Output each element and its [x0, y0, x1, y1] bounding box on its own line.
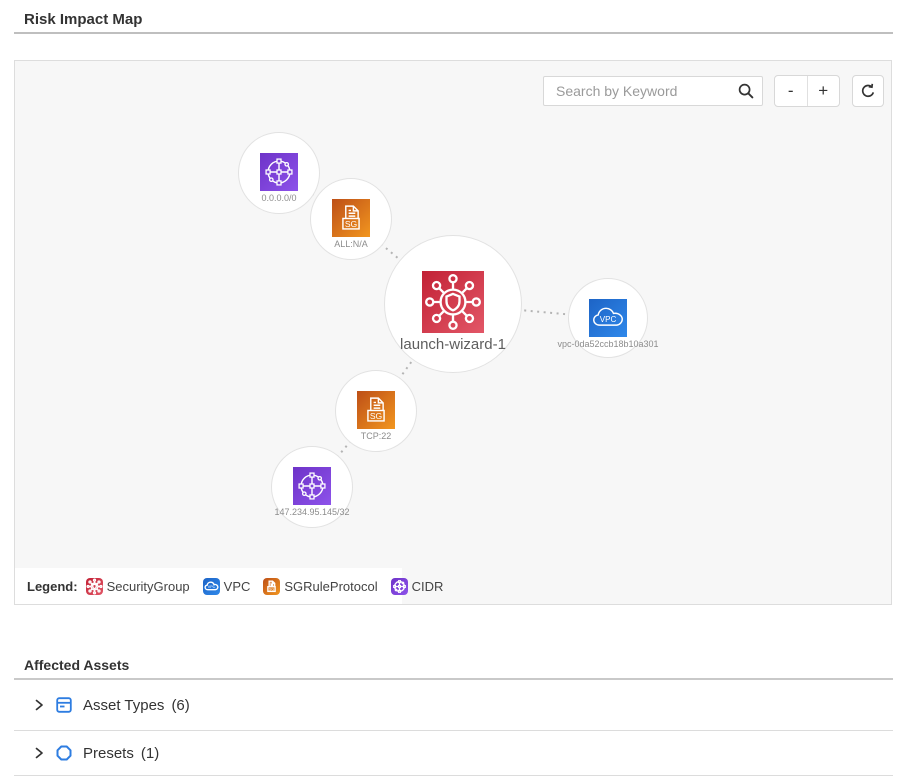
- graph-node-sg-rule-all[interactable]: SGALL:N/A: [310, 178, 392, 260]
- cidr-icon: [260, 153, 298, 191]
- legend-item-cidr: CIDR: [391, 578, 444, 595]
- asset-row-label: Asset Types: [83, 697, 164, 714]
- legend-items: SecurityGroup VPC VPC SG SGRuleProtocol CIDR: [86, 578, 457, 595]
- chevron-right-icon: [32, 698, 46, 712]
- chevron-right-icon: [32, 746, 46, 760]
- asset-row-asset-types[interactable]: Asset Types (6): [14, 680, 893, 731]
- map-search: [543, 76, 763, 106]
- svg-text:VPC: VPC: [600, 315, 617, 324]
- search-icon[interactable]: [737, 82, 755, 100]
- refresh-icon: [859, 82, 877, 100]
- svg-text:SG: SG: [269, 587, 275, 591]
- asset-types-icon: [55, 696, 73, 714]
- legend: Legend: SecurityGroup VPC VPC SG SGRuleProto…: [15, 568, 402, 604]
- svg-text:VPC: VPC: [207, 585, 215, 589]
- asset-row-count: (6): [171, 697, 189, 714]
- asset-row-count: (1): [141, 745, 159, 762]
- legend-item-label: VPC: [224, 579, 251, 594]
- legend-label: Legend:: [27, 579, 78, 594]
- page-title: Risk Impact Map: [24, 11, 142, 28]
- affected-assets-title: Affected Assets: [24, 657, 129, 673]
- presets-icon: [55, 744, 73, 762]
- zoom-out-button[interactable]: -: [775, 76, 807, 106]
- node-label: 147.234.95.145/32: [227, 507, 397, 517]
- legend-item-security-group: SecurityGroup: [86, 578, 190, 595]
- zoom-in-button[interactable]: +: [807, 76, 840, 106]
- refresh-button[interactable]: [852, 75, 884, 107]
- title-divider: [14, 32, 893, 34]
- graph-node-launch-wizard-1[interactable]: launch-wizard-1: [384, 235, 522, 373]
- asset-row-presets[interactable]: Presets (1): [14, 731, 893, 776]
- sg-rule-icon: SG: [332, 199, 370, 237]
- vpc-icon: VPC: [203, 578, 220, 595]
- security-group-icon: [422, 271, 484, 333]
- legend-item-label: SecurityGroup: [107, 579, 190, 594]
- legend-item-sg-rule: SG SGRuleProtocol: [263, 578, 377, 595]
- graph-node-cidr-host[interactable]: 147.234.95.145/32: [271, 446, 353, 528]
- security-group-icon: [86, 578, 103, 595]
- node-label: vpc-0da52ccb18b10a301: [524, 339, 692, 349]
- node-label: TCP:22: [291, 431, 461, 441]
- risk-impact-map-canvas[interactable]: 0.0.0.0/0SGALL:N/Alaunch-wizard-1VPCvpc-…: [14, 60, 892, 605]
- legend-item-vpc: VPC VPC: [203, 578, 251, 595]
- legend-item-label: SGRuleProtocol: [284, 579, 377, 594]
- zoom-controls: - +: [774, 75, 840, 107]
- svg-text:SG: SG: [345, 219, 358, 229]
- graph-node-sg-rule-tcp22[interactable]: SGTCP:22: [335, 370, 417, 452]
- sg-rule-icon: SG: [357, 391, 395, 429]
- graph-node-vpc[interactable]: VPCvpc-0da52ccb18b10a301: [568, 278, 648, 358]
- graph-node-cidr-any[interactable]: 0.0.0.0/0: [238, 132, 320, 214]
- search-input[interactable]: [543, 76, 763, 106]
- sg-rule-icon: SG: [263, 578, 280, 595]
- asset-row-label: Presets: [83, 745, 134, 762]
- legend-item-label: CIDR: [412, 579, 444, 594]
- node-label: ALL:N/A: [266, 239, 436, 249]
- cidr-icon: [293, 467, 331, 505]
- vpc-icon: VPC: [589, 299, 627, 337]
- cidr-icon: [391, 578, 408, 595]
- svg-text:SG: SG: [370, 411, 383, 421]
